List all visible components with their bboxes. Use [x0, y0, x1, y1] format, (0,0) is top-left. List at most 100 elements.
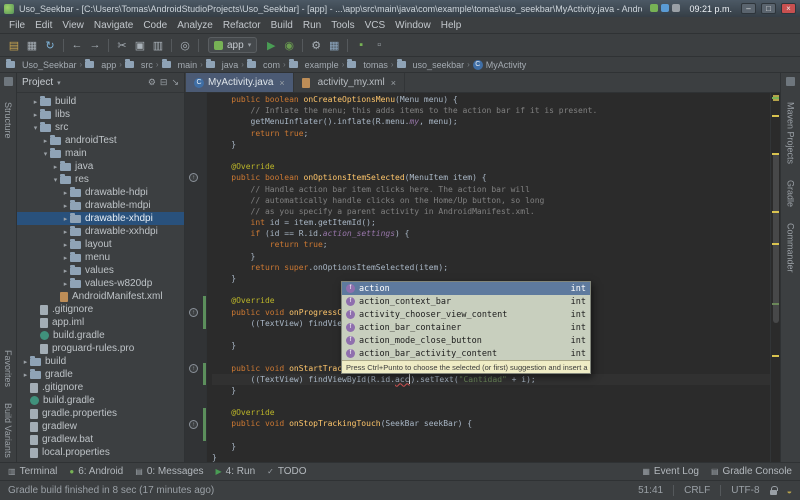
override-method-icon[interactable]: ↑: [189, 308, 198, 317]
tree-item-gradlew[interactable]: gradlew: [17, 420, 184, 433]
project-panel-title[interactable]: Project: [22, 77, 53, 88]
code-line[interactable]: ((TextView) findViewById(R.id.acc).setTe…: [212, 374, 770, 385]
code-line[interactable]: return true;: [212, 239, 770, 250]
tree-item-src[interactable]: ▾src: [17, 121, 184, 134]
minimize-button[interactable]: –: [741, 3, 756, 14]
copy-icon[interactable]: ▣: [132, 37, 148, 53]
project-structure-icon[interactable]: ▦: [326, 37, 342, 53]
code-line[interactable]: }: [212, 251, 770, 262]
line-ending-widget[interactable]: CRLF: [673, 485, 710, 496]
tree-item-drawable-xxhdpi[interactable]: ▸drawable-xxhdpi: [17, 225, 184, 238]
tree-item-gradle[interactable]: ▸gradle: [17, 368, 184, 381]
tree-item-build[interactable]: ▸build: [17, 95, 184, 108]
stripe-mark[interactable]: [772, 355, 779, 357]
avd-manager-icon[interactable]: ▫: [371, 37, 387, 53]
code-line[interactable]: [212, 430, 770, 441]
code-line[interactable]: public boolean onCreateOptionsMenu(Menu …: [212, 94, 770, 105]
tree-item-menu[interactable]: ▸menu: [17, 251, 184, 264]
close-icon[interactable]: ×: [391, 78, 396, 88]
tree-item-values-w820dp[interactable]: ▸values-w820dp: [17, 277, 184, 290]
editor-tab-activity-my-xml[interactable]: activity_my.xml×: [294, 73, 405, 92]
settings-icon[interactable]: ⚙: [308, 37, 324, 53]
sdk-manager-icon[interactable]: ▪: [353, 37, 369, 53]
tool-window-stripe-favorites[interactable]: Favorites: [3, 350, 13, 387]
editor-scrollbar[interactable]: [770, 93, 780, 462]
tree-item-res[interactable]: ▾res: [17, 173, 184, 186]
open-icon[interactable]: ▤: [6, 37, 22, 53]
tool-window-button-todo[interactable]: ✓TODO: [267, 466, 306, 477]
tree-item-androidmanifest-xml[interactable]: AndroidManifest.xml: [17, 290, 184, 303]
breadcrumb-item-com[interactable]: com: [247, 60, 280, 70]
stripe-mark[interactable]: [772, 211, 779, 213]
code-line[interactable]: @Override: [212, 161, 770, 172]
tree-item-drawable-xhdpi[interactable]: ▸drawable-xhdpi: [17, 212, 184, 225]
tray-icon-grey[interactable]: [672, 4, 680, 12]
tree-item-gitignore[interactable]: .gitignore: [17, 303, 184, 316]
run-config-combo[interactable]: app▾: [208, 37, 257, 53]
tree-item-gitignore[interactable]: .gitignore: [17, 381, 184, 394]
tree-item-proguard-rules-pro[interactable]: proguard-rules.pro: [17, 342, 184, 355]
override-method-icon[interactable]: ↑: [189, 364, 198, 373]
tool-window-stripe-build-variants[interactable]: Build Variants: [3, 403, 13, 458]
menu-refactor[interactable]: Refactor: [218, 19, 266, 32]
completion-item-action-bar-container[interactable]: faction_bar_containerint: [342, 321, 590, 334]
code-line[interactable]: }: [212, 441, 770, 452]
tool-window-stripe-maven-projects[interactable]: Maven Projects: [786, 102, 796, 164]
menu-build[interactable]: Build: [266, 19, 298, 32]
menu-edit[interactable]: Edit: [30, 19, 57, 32]
tool-stripe-icon[interactable]: [786, 77, 795, 86]
code-line[interactable]: public boolean onOptionsItemSelected(Men…: [212, 172, 770, 183]
menu-analyze[interactable]: Analyze: [172, 19, 218, 32]
code-line[interactable]: }: [212, 139, 770, 150]
breadcrumb-item-uso-seekbar[interactable]: uso_seekbar: [397, 60, 465, 70]
breadcrumb-item-java[interactable]: java: [206, 60, 239, 70]
tool-window-button-0-messages[interactable]: ▤0: Messages: [135, 466, 203, 477]
save-all-icon[interactable]: ▦: [24, 37, 40, 53]
status-message[interactable]: Gradle build finished in 8 sec (17 minut…: [8, 485, 214, 496]
completion-item-activity-chooser-view-content[interactable]: factivity_chooser_view_contentint: [342, 308, 590, 321]
tree-item-values[interactable]: ▸values: [17, 264, 184, 277]
breadcrumb-item-src[interactable]: src: [125, 60, 153, 70]
tree-item-drawable-mdpi[interactable]: ▸drawable-mdpi: [17, 199, 184, 212]
close-button[interactable]: ×: [781, 3, 796, 14]
code-line[interactable]: // Inflate the menu; this adds items to …: [212, 105, 770, 116]
tree-item-gradlew-bat[interactable]: gradlew.bat: [17, 433, 184, 446]
tool-window-stripe-structure[interactable]: Structure: [3, 102, 13, 139]
tree-item-main[interactable]: ▾main: [17, 147, 184, 160]
title-bar[interactable]: Uso_Seekbar - [C:\Users\Tomas\AndroidStu…: [0, 0, 800, 17]
breadcrumb-item-tomas[interactable]: tomas: [347, 60, 388, 70]
menu-tools[interactable]: Tools: [326, 19, 359, 32]
debug-icon[interactable]: ◉: [281, 37, 297, 53]
stripe-mark[interactable]: [772, 97, 779, 99]
tray-icon-blue[interactable]: [661, 4, 669, 12]
collapse-all-icon[interactable]: ⊟: [160, 77, 168, 88]
run-icon[interactable]: ▶: [263, 37, 279, 53]
tool-window-stripe-gradle[interactable]: Gradle: [786, 180, 796, 207]
hide-panel-icon[interactable]: ↘: [171, 77, 179, 88]
find-icon[interactable]: ◎: [177, 37, 193, 53]
code-line[interactable]: [212, 396, 770, 407]
code-line[interactable]: if (id == R.id.action_settings) {: [212, 228, 770, 239]
maximize-button[interactable]: □: [761, 3, 776, 14]
tool-window-button-6-android[interactable]: ●6: Android: [69, 466, 123, 477]
sync-icon[interactable]: ↻: [42, 37, 58, 53]
tree-item-build-gradle[interactable]: build.gradle: [17, 394, 184, 407]
completion-item-action[interactable]: factionint: [342, 282, 590, 295]
back-icon[interactable]: ←: [69, 37, 85, 53]
close-icon[interactable]: ×: [279, 78, 284, 88]
tree-item-layout[interactable]: ▸layout: [17, 238, 184, 251]
code-line[interactable]: }: [212, 452, 770, 462]
code-line[interactable]: return true;: [212, 128, 770, 139]
editor-gutter[interactable]: ↑↑↑↑: [185, 93, 207, 462]
inspections-profile-icon[interactable]: ◒: [787, 486, 792, 496]
menu-help[interactable]: Help: [436, 19, 467, 32]
lock-icon[interactable]: [770, 490, 777, 495]
menu-run[interactable]: Run: [298, 19, 326, 32]
tree-item-local-properties[interactable]: local.properties: [17, 446, 184, 459]
gear-icon[interactable]: ⚙: [148, 77, 156, 88]
tool-window-button-terminal[interactable]: ▥Terminal: [8, 466, 57, 477]
tree-item-build[interactable]: ▸build: [17, 355, 184, 368]
stripe-mark[interactable]: [772, 243, 779, 245]
breadcrumb-item-uso-seekbar[interactable]: Uso_Seekbar: [6, 60, 77, 70]
tree-item-build-gradle[interactable]: build.gradle: [17, 329, 184, 342]
